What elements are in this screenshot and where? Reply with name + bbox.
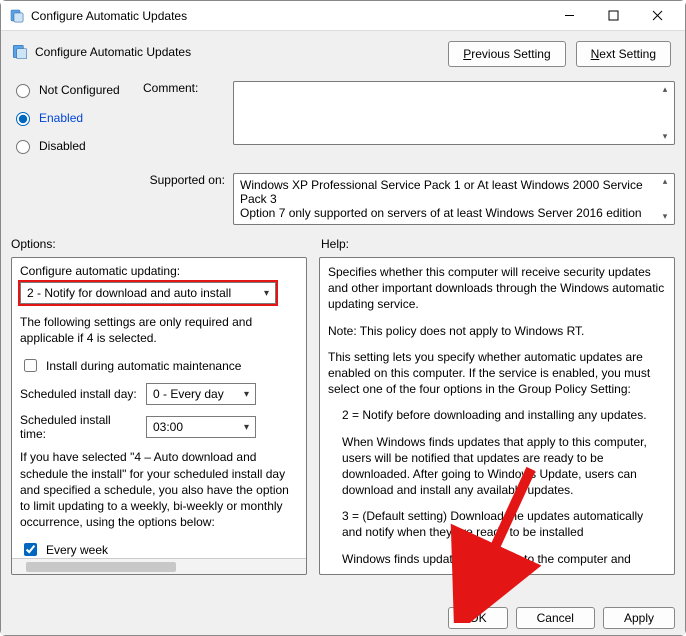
next-setting-button[interactable]: Next Setting (576, 41, 671, 67)
panes: Configure automatic updating: 2 - Notify… (11, 257, 675, 575)
supported-text: Windows XP Professional Service Pack 1 o… (240, 178, 646, 220)
minimize-button[interactable] (547, 1, 591, 31)
install-time-row: Scheduled install time: 03:00 ▾ (20, 413, 298, 441)
scroll-indicator: ▴▾ (658, 84, 672, 142)
cancel-button[interactable]: Cancel (516, 607, 595, 629)
radio-not-configured[interactable]: Not Configured (11, 81, 143, 98)
options-label: Options: (11, 237, 307, 251)
help-para: Specifies whether this computer will rec… (328, 264, 666, 313)
maximize-button[interactable] (591, 1, 635, 31)
state-comment-row: Not Configured Enabled Disabled Comment:… (11, 81, 675, 165)
window-title: Configure Automatic Updates (31, 9, 547, 23)
options-hscrollbar[interactable] (12, 558, 306, 574)
nav-buttons: Previous Setting Next Setting (448, 39, 675, 67)
chevron-down-icon: ▾ (244, 422, 249, 433)
options-pane: Configure automatic updating: 2 - Notify… (11, 257, 307, 575)
install-time-dropdown[interactable]: 03:00 ▾ (146, 416, 256, 438)
help-para: 3 = (Default setting) Download the updat… (328, 508, 666, 540)
content: Configure Automatic Updates Previous Set… (1, 31, 685, 601)
supported-label: Supported on: (11, 173, 233, 225)
chevron-down-icon: ▾ (264, 288, 269, 299)
policy-name: Configure Automatic Updates (35, 45, 191, 59)
state-radios: Not Configured Enabled Disabled (11, 81, 143, 165)
comment-field[interactable]: ▴▾ (233, 81, 675, 145)
install-day-row: Scheduled install day: 0 - Every day ▾ (20, 383, 298, 405)
options-note: The following settings are only required… (20, 314, 298, 346)
supported-row: Supported on: Windows XP Professional Se… (11, 173, 675, 225)
supported-on-box: Windows XP Professional Service Pack 1 o… (233, 173, 675, 225)
dialog-footer: OK Cancel Apply (1, 601, 685, 635)
every-week-checkbox[interactable]: Every week (20, 540, 298, 559)
options-heading: Configure automatic updating: (20, 264, 298, 278)
apply-button[interactable]: Apply (603, 607, 675, 629)
previous-setting-button[interactable]: Previous Setting (448, 41, 565, 67)
ok-button[interactable]: OK (448, 607, 507, 629)
pane-labels: Options: Help: (11, 237, 675, 251)
radio-disabled[interactable]: Disabled (11, 137, 143, 154)
policy-heading: Configure Automatic Updates (11, 39, 191, 61)
policy-icon (11, 43, 29, 61)
help-para: When Windows finds updates that apply to… (328, 434, 666, 499)
options-para2: If you have selected "4 – Auto download … (20, 449, 298, 530)
update-mode-dropdown[interactable]: 2 - Notify for download and auto install… (20, 282, 276, 304)
titlebar: Configure Automatic Updates (1, 1, 685, 31)
radio-enabled[interactable]: Enabled (11, 109, 143, 126)
help-para: Windows finds updates that apply to the … (328, 551, 666, 567)
comment-label: Comment: (143, 81, 233, 165)
install-day-dropdown[interactable]: 0 - Every day ▾ (146, 383, 256, 405)
chevron-down-icon: ▾ (244, 389, 249, 400)
help-para: Note: This policy does not apply to Wind… (328, 323, 666, 339)
close-button[interactable] (635, 1, 679, 31)
policy-icon (9, 8, 25, 24)
install-time-label: Scheduled install time: (20, 413, 138, 441)
install-day-label: Scheduled install day: (20, 387, 138, 401)
options-scroll[interactable]: Configure automatic updating: 2 - Notify… (12, 258, 306, 574)
update-mode-value: 2 - Notify for download and auto install (27, 286, 231, 300)
help-pane[interactable]: Specifies whether this computer will rec… (319, 257, 675, 575)
maintenance-checkbox[interactable]: Install during automatic maintenance (20, 356, 298, 375)
help-para: This setting lets you specify whether au… (328, 349, 666, 398)
help-label: Help: (321, 237, 349, 251)
scroll-indicator: ▴▾ (658, 176, 672, 222)
header-row: Configure Automatic Updates Previous Set… (11, 39, 675, 67)
help-para: 2 = Notify before downloading and instal… (328, 407, 666, 423)
